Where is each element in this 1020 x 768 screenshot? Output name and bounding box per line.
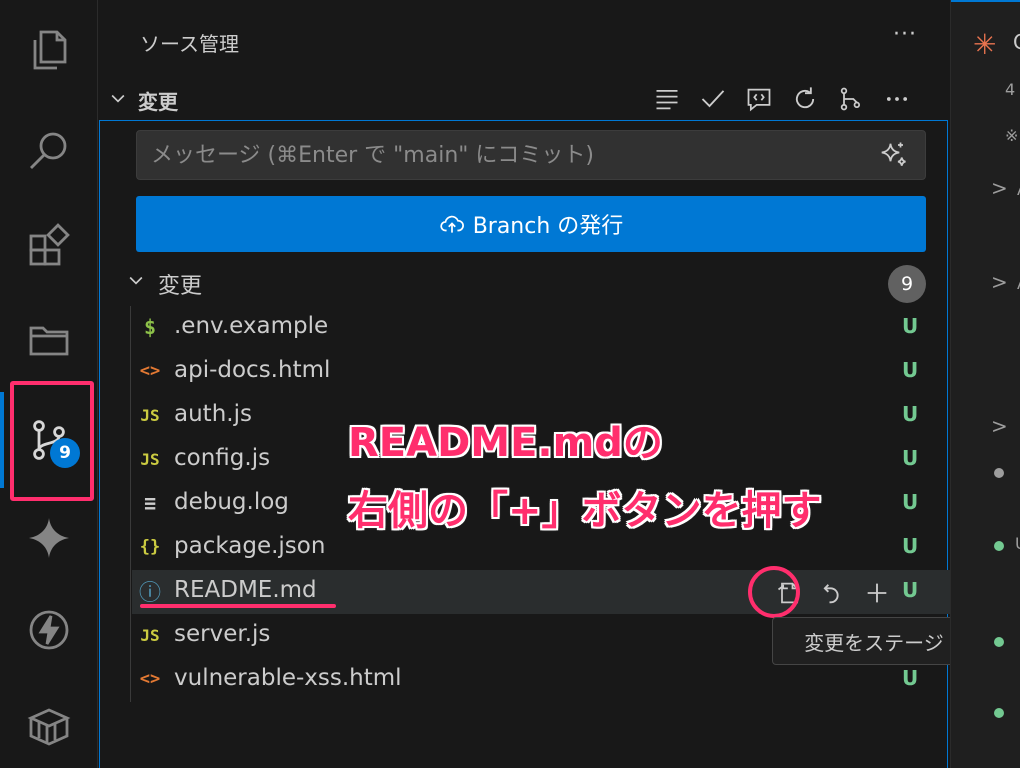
editor-area: ✳ C 4 ※ > A > A > U	[950, 0, 1020, 768]
file-status: U	[902, 578, 919, 602]
file-name: api-docs.html	[174, 357, 331, 383]
file-row[interactable]: $ .env.example U	[132, 306, 950, 350]
note-glyph: ※	[1005, 126, 1019, 145]
js-file-icon: JS	[140, 449, 160, 469]
repository-section-header[interactable]: 変更	[98, 82, 950, 116]
extensions-icon[interactable]	[23, 220, 75, 272]
changes-label: 変更	[158, 274, 203, 299]
js-file-icon: JS	[140, 405, 160, 425]
discard-changes-icon[interactable]	[816, 576, 850, 610]
status-dot	[994, 541, 1004, 551]
changes-count-badge: 9	[888, 265, 926, 303]
refresh-icon[interactable]	[788, 82, 822, 116]
file-status: U	[902, 314, 919, 338]
file-status: U	[902, 446, 919, 470]
activity-bar: 9	[0, 0, 98, 768]
file-name: package.json	[174, 533, 326, 559]
file-name: config.js	[174, 445, 271, 471]
chevron-down-icon[interactable]	[108, 88, 128, 113]
file-name: server.js	[174, 621, 271, 647]
lightning-icon[interactable]	[23, 604, 75, 656]
dollar-file-icon: $	[143, 315, 157, 339]
active-indicator	[0, 392, 4, 488]
editor-tab[interactable]: ✳ C	[951, 0, 1020, 80]
view-as-list-icon[interactable]	[650, 82, 684, 116]
text-glyph: U	[1015, 534, 1020, 553]
status-dot	[994, 637, 1004, 647]
fold-arrow[interactable]: >	[991, 176, 1008, 200]
comment-code-icon[interactable]	[742, 82, 776, 116]
more-actions-icon[interactable]	[880, 82, 914, 116]
stage-changes-plus-icon[interactable]	[860, 576, 894, 610]
file-status: U	[902, 666, 919, 690]
plus-button-highlight	[748, 566, 800, 618]
panel-title: ソース管理	[140, 32, 239, 56]
status-dot	[994, 468, 1004, 478]
fold-arrow[interactable]: >	[991, 270, 1008, 294]
files-icon[interactable]	[23, 24, 75, 76]
file-name: .env.example	[174, 313, 329, 339]
container-icon[interactable]	[23, 700, 75, 752]
line-number: 4	[1005, 80, 1016, 99]
folder-icon[interactable]	[23, 314, 75, 366]
json-file-icon: {}	[139, 537, 161, 557]
annotation-line-2: 右側の「+」ボタンを押す	[348, 488, 822, 534]
sparkle-icon[interactable]	[23, 512, 75, 564]
tree-indent-guide	[130, 306, 131, 702]
readme-underline-annotation	[140, 604, 336, 608]
html-file-icon: <>	[139, 669, 161, 689]
commit-message-input[interactable]	[136, 130, 926, 180]
file-status: U	[902, 490, 919, 514]
file-status: U	[902, 534, 919, 558]
changes-group-header[interactable]: 変更 9	[98, 264, 950, 303]
cloud-upload-icon	[440, 215, 464, 233]
file-name: vulnerable-xss.html	[174, 665, 402, 691]
file-name: debug.log	[174, 489, 289, 515]
fold-arrow[interactable]: >	[991, 414, 1008, 438]
file-status: U	[902, 402, 919, 426]
file-status: U	[902, 358, 919, 382]
info-file-icon: ⓘ	[138, 581, 161, 606]
generate-commit-message-icon[interactable]	[878, 140, 908, 170]
git-graph-icon[interactable]	[834, 82, 868, 116]
tab-title-glyph: C	[1013, 30, 1020, 54]
section-toolbar	[650, 82, 914, 116]
file-name: auth.js	[174, 401, 252, 427]
asterisk-icon: ✳	[973, 28, 997, 61]
stage-changes-tooltip: 変更をステージ	[772, 617, 976, 665]
publish-branch-label: Branch の発行	[472, 214, 624, 239]
commit-check-icon[interactable]	[696, 82, 730, 116]
source-control-highlight	[10, 381, 94, 501]
section-label: 変更	[138, 90, 178, 114]
chevron-down-icon[interactable]	[126, 270, 146, 295]
publish-branch-button[interactable]: Branch の発行	[136, 196, 926, 252]
status-dot	[994, 708, 1004, 718]
panel-more-button[interactable]: ···	[893, 22, 917, 47]
file-row[interactable]: <> api-docs.html U	[132, 350, 950, 394]
js-file-icon: JS	[140, 625, 160, 645]
search-icon[interactable]	[23, 124, 75, 176]
log-file-icon: ≡	[143, 491, 157, 515]
annotation-line-1: README.mdの	[348, 420, 663, 466]
file-name: README.md	[174, 577, 317, 603]
html-file-icon: <>	[139, 361, 161, 381]
